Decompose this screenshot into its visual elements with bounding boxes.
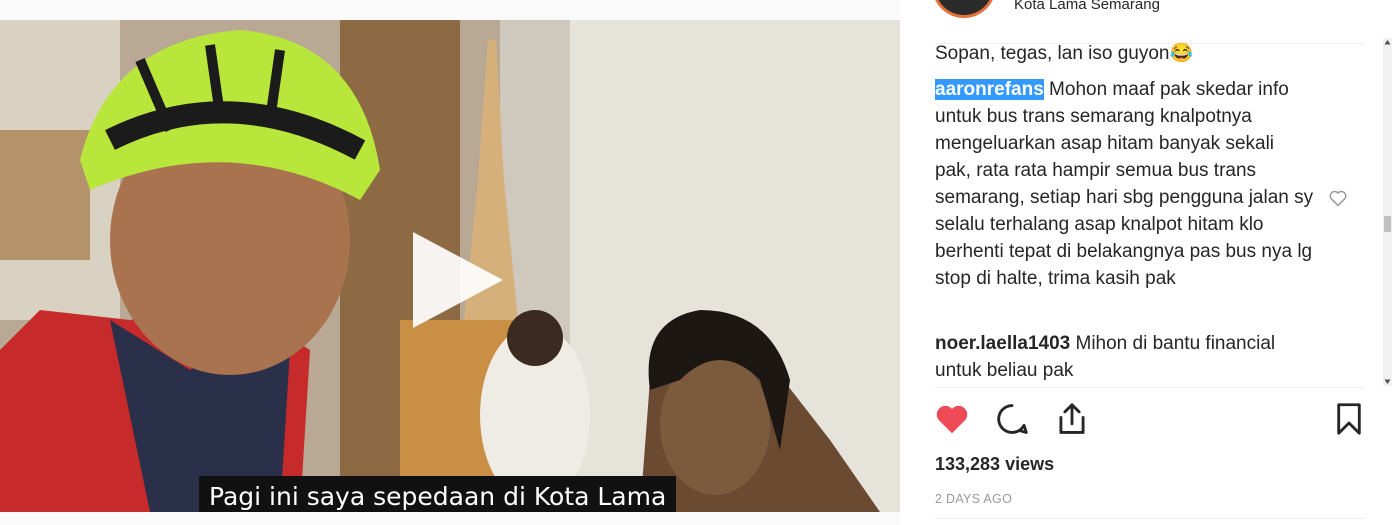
comment-username[interactable]: noer.laella1403: [935, 333, 1070, 354]
avatar[interactable]: [932, 0, 996, 18]
post-header: Kota Lama Semarang: [900, 0, 1366, 20]
scroll-down-arrow-icon[interactable]: [1383, 377, 1392, 386]
comments-scrollbar[interactable]: [1383, 38, 1392, 386]
speech-bubble-icon: [997, 404, 1028, 434]
comment-text: Mohon maaf pak skedar info untuk bus tra…: [935, 79, 1314, 289]
post-timestamp[interactable]: 2 DAYS AGO: [935, 492, 1012, 506]
comment-button[interactable]: [993, 400, 1031, 438]
play-icon: [413, 232, 503, 328]
caption-text: Sopan, tegas, lan iso guyon😂: [935, 40, 1315, 67]
action-bar: [933, 400, 1363, 440]
view-count[interactable]: 133,283 views: [935, 454, 1054, 475]
comment-like-button[interactable]: [1328, 188, 1348, 208]
caption-body: Sopan, tegas, lan iso guyon😂: [935, 43, 1194, 64]
bookmark-icon: [1337, 403, 1361, 435]
scroll-up-arrow-icon[interactable]: [1383, 38, 1392, 47]
video-subtitle: Pagi ini saya sepedaan di Kota Lama: [199, 476, 677, 512]
actions-divider: [935, 387, 1365, 388]
video-player[interactable]: Pagi ini saya sepedaan di Kota Lama: [0, 20, 900, 512]
like-button[interactable]: [933, 400, 971, 438]
play-button[interactable]: [405, 232, 505, 332]
heart-filled-icon: [936, 405, 968, 434]
scroll-thumb[interactable]: [1384, 216, 1391, 232]
location-link[interactable]: Kota Lama Semarang: [1014, 0, 1160, 13]
footer-divider: [935, 518, 1365, 519]
comment-item: aaronrefans Mohon maaf pak skedar info u…: [935, 76, 1315, 292]
save-button[interactable]: [1330, 400, 1368, 438]
post-panel: Kota Lama Semarang Sopan, tegas, lan iso…: [900, 0, 1392, 525]
comment-item: noer.laella1403 Mihon di bantu financial…: [935, 330, 1315, 384]
comment-username[interactable]: aaronrefans: [935, 79, 1044, 100]
share-icon: [1059, 403, 1085, 434]
heart-outline-icon: [1329, 190, 1347, 207]
share-button[interactable]: [1053, 400, 1091, 438]
